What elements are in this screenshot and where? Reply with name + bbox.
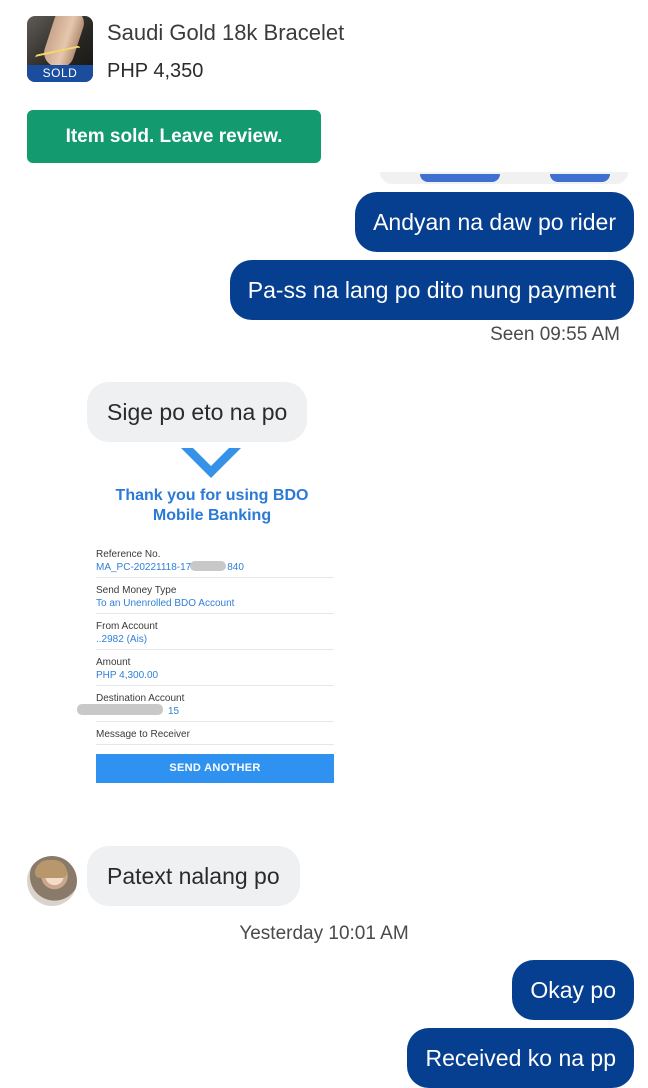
seen-status: Seen 09:55 AM	[490, 324, 620, 345]
shared-image-partial[interactable]	[380, 172, 628, 184]
receipt-row-from-account: From Account ..2982 (Ais)	[96, 620, 334, 650]
send-another-button: SEND ANOTHER	[96, 754, 334, 783]
product-title[interactable]: Saudi Gold 18k Bracelet	[107, 20, 344, 46]
sold-badge: SOLD	[27, 65, 93, 82]
message-bubble-sent[interactable]: Okay po	[512, 960, 634, 1020]
product-thumbnail[interactable]: SOLD	[27, 16, 93, 82]
wrist-image	[40, 16, 88, 72]
receipt-row-send-type: Send Money Type To an Unenrolled BDO Acc…	[96, 584, 334, 614]
receipt-row-amount: Amount PHP 4,300.00	[96, 656, 334, 686]
timestamp-divider: Yesterday 10:01 AM	[239, 923, 409, 944]
message-bubble-sent[interactable]: Received ko na pp	[407, 1028, 634, 1088]
leave-review-button[interactable]: Item sold. Leave review.	[27, 110, 321, 163]
message-bubble-sent[interactable]: Pa-ss na lang po dito nung payment	[229, 260, 634, 320]
redaction-blur	[190, 561, 226, 571]
contact-avatar[interactable]	[27, 856, 77, 906]
message-bubble-sent[interactable]: Andyan na daw po rider	[355, 192, 634, 252]
product-price: PHP 4,350	[107, 60, 204, 82]
redaction-blur	[77, 704, 163, 715]
bank-receipt-image[interactable]: Thank you for using BDO Mobile Banking R…	[77, 448, 347, 793]
receipt-thanks: Thank you for using BDO Mobile Banking	[115, 487, 309, 524]
message-bubble-received[interactable]: Sige po eto na po	[87, 382, 308, 442]
message-bubble-received[interactable]: Patext nalang po	[87, 846, 300, 906]
receipt-row-message: Message to Receiver	[96, 728, 334, 745]
